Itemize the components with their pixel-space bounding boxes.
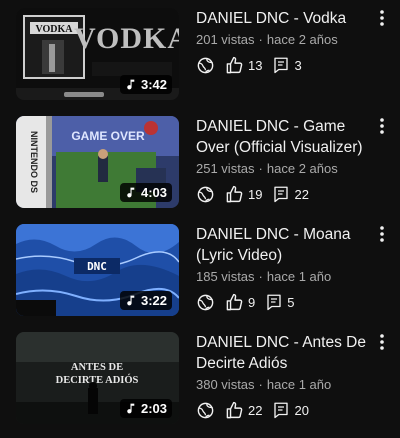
meta-separator: · [258,377,263,392]
like-count: 19 [248,186,263,202]
video-title[interactable]: DANIEL DNC - Game Over (Official Visuali… [196,116,372,158]
like-stat[interactable]: 9 [225,293,255,312]
thumb-subtitle-text: DECIRTE ADIÓS [56,374,139,386]
video-thumbnail[interactable]: NINTENDO DS GAME OVER 4:03 [16,116,179,208]
view-count: 201 vistas [196,32,255,47]
thumb-title-text: DNC [87,260,107,273]
duration-text: 3:22 [140,293,167,308]
comment-count: 3 [294,57,302,73]
thumbs-up-icon [226,56,243,73]
kebab-menu-icon [380,334,384,350]
duration-text: 2:03 [140,401,167,416]
video-item[interactable]: ANTES DE DECIRTE ADIÓS 2:03 DANIEL DNC -… [0,332,400,432]
comment-count: 5 [287,294,295,310]
comment-stat[interactable]: 20 [272,401,309,419]
comment-icon [274,402,289,419]
thumb-title-text: VODKA [74,22,179,55]
meta-separator: · [258,161,263,176]
video-title[interactable]: DANIEL DNC - Antes De Decirte Adiós [196,332,372,374]
video-thumbnail[interactable]: DNC 3:22 [16,224,179,316]
like-count: 22 [248,402,263,418]
comment-icon [267,294,281,311]
like-stat[interactable]: 22 [225,401,262,420]
meta-separator: · [258,32,263,47]
duration-badge: 3:42 [119,75,172,94]
video-item[interactable]: VODKA VODKA 3:42 DANIEL DNC - Vodka 201 … [0,8,400,108]
comment-count: 20 [294,402,309,418]
comment-icon [274,186,289,203]
duration-badge: 3:22 [119,291,172,310]
music-note-icon [127,187,135,198]
comment-stat[interactable]: 5 [265,293,294,311]
globe-icon [196,56,215,75]
thumb-title-text: ANTES DE [71,362,123,373]
kebab-menu-icon [380,226,384,242]
more-options-button[interactable] [376,334,388,352]
video-item[interactable]: NINTENDO DS GAME OVER 4:03 DANIEL DNC - … [0,116,400,216]
globe-icon [196,185,215,204]
video-title[interactable]: DANIEL DNC - Vodka [196,8,372,29]
more-options-button[interactable] [376,118,388,136]
more-options-button[interactable] [376,226,388,244]
globe-icon [196,293,215,312]
like-stat[interactable]: 13 [225,56,262,75]
music-note-icon [127,403,135,414]
upload-age: hace 1 año [266,377,332,392]
video-thumbnail[interactable]: ANTES DE DECIRTE ADIÓS 2:03 [16,332,179,424]
thumb-logo-text: VODKA [35,24,73,35]
upload-age: hace 2 años [266,32,338,47]
like-stat[interactable]: 19 [225,185,262,204]
thumb-title-text: GAME OVER [71,129,145,143]
upload-age: hace 2 años [266,161,338,176]
video-meta: 251 vistas · hace 2 años [196,160,372,177]
video-item[interactable]: DNC 3:22 DANIEL DNC - Moana (Lyric Video… [0,224,400,324]
music-note-icon [127,295,135,306]
like-count: 13 [248,57,263,73]
duration-badge: 4:03 [119,183,172,202]
duration-badge: 2:03 [119,399,172,418]
duration-text: 3:42 [140,77,167,92]
view-count: 251 vistas [196,161,255,176]
comment-count: 22 [294,186,309,202]
svg-text:NINTENDO DS: NINTENDO DS [29,131,39,193]
thumbs-up-icon [226,401,243,418]
view-count: 185 vistas [196,269,255,284]
comment-icon [274,57,289,74]
video-meta: 380 vistas · hace 1 año [196,376,372,393]
more-options-button[interactable] [376,10,388,28]
kebab-menu-icon [380,10,384,26]
kebab-menu-icon [380,118,384,134]
meta-separator: · [258,269,263,284]
music-note-icon [127,79,135,90]
thumbs-up-icon [226,293,243,310]
video-meta: 201 vistas · hace 2 años [196,31,372,48]
thumbs-up-icon [226,185,243,202]
video-title[interactable]: DANIEL DNC - Moana (Lyric Video) [196,224,372,266]
globe-icon [196,401,215,420]
comment-stat[interactable]: 22 [272,185,309,203]
view-count: 380 vistas [196,377,255,392]
duration-text: 4:03 [140,185,167,200]
like-count: 9 [248,294,256,310]
upload-age: hace 1 año [266,269,332,284]
video-meta: 185 vistas · hace 1 año [196,268,372,285]
comment-stat[interactable]: 3 [272,56,302,74]
video-thumbnail[interactable]: VODKA VODKA 3:42 [16,8,179,100]
